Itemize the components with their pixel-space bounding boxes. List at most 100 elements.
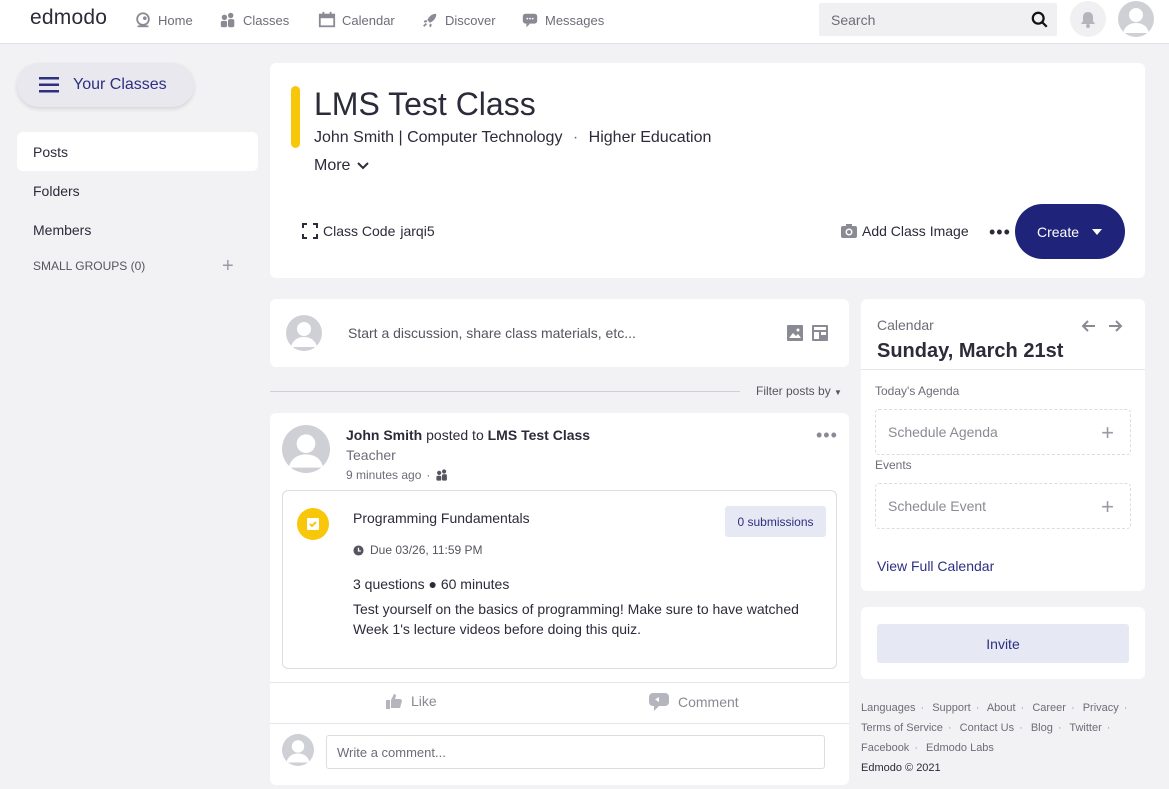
arrow-left-icon[interactable]	[1081, 318, 1097, 334]
footer-link-edmodo-labs[interactable]: Edmodo Labs	[926, 742, 994, 754]
quiz-icon	[297, 508, 329, 540]
messages-icon	[522, 13, 538, 28]
class-options-icon[interactable]: •••	[989, 222, 1011, 243]
sidebar-item-posts[interactable]: Posts	[17, 132, 258, 171]
class-title: LMS Test Class	[314, 86, 536, 122]
create-button[interactable]: Create	[1015, 204, 1125, 259]
post-author-role: Teacher	[346, 447, 396, 463]
compose-avatar	[286, 315, 322, 351]
calendar-divider	[861, 369, 1145, 370]
like-button[interactable]: Like	[385, 692, 437, 710]
arrow-right-icon[interactable]	[1107, 318, 1123, 334]
nav-home[interactable]: Home	[134, 11, 193, 29]
footer-link-twitter[interactable]: Twitter	[1069, 722, 1101, 734]
class-code[interactable]: Class Code jarqi5	[302, 223, 435, 239]
filter-posts-dropdown[interactable]: Filter posts by ▼	[756, 384, 842, 398]
nav-calendar[interactable]: Calendar	[318, 11, 395, 29]
thumbs-up-icon	[386, 694, 402, 709]
class-color-accent	[291, 86, 300, 148]
comment-input[interactable]	[326, 735, 825, 769]
post-author-avatar[interactable]	[282, 425, 330, 473]
user-avatar-icon	[286, 740, 310, 763]
footer-link-career[interactable]: Career	[1032, 702, 1066, 714]
calendar-label: Calendar	[877, 317, 934, 333]
post-options-icon[interactable]: •••	[816, 425, 838, 446]
post-divider	[270, 723, 849, 724]
create-label: Create	[1036, 223, 1080, 240]
user-avatar-icon	[1123, 8, 1149, 33]
schedule-agenda-button[interactable]: Schedule Agenda +	[875, 409, 1131, 455]
clock-icon	[353, 544, 364, 556]
class-teacher-subject: John Smith | Computer Technology	[314, 129, 563, 146]
search-icon[interactable]	[1031, 11, 1049, 29]
search-input[interactable]	[819, 3, 1019, 36]
edmodo-logo[interactable]: edmodo	[30, 6, 107, 30]
image-attach-icon[interactable]	[787, 325, 803, 341]
class-more-toggle[interactable]: More	[314, 157, 370, 175]
footer-link-contact[interactable]: Contact Us	[960, 722, 1014, 734]
compose-input[interactable]: Start a discussion, share class material…	[348, 325, 636, 341]
nav-classes[interactable]: Classes	[219, 11, 289, 29]
footer-link-languages[interactable]: Languages	[861, 702, 915, 714]
add-small-group-icon[interactable]: +	[222, 256, 234, 276]
sidebar-item-folders[interactable]: Folders	[17, 171, 258, 210]
add-class-image-button[interactable]: Add Class Image	[840, 223, 969, 239]
footer-link-support[interactable]: Support	[932, 702, 971, 714]
class-code-value: jarqi5	[400, 223, 435, 239]
notifications-button[interactable]	[1070, 1, 1106, 37]
bell-icon	[1081, 12, 1095, 28]
comment-label: Comment	[678, 694, 739, 710]
caret-down-icon: ▼	[834, 388, 842, 397]
user-avatar[interactable]	[1118, 1, 1154, 37]
footer-link-terms[interactable]: Terms of Service	[861, 722, 943, 734]
nav-messages[interactable]: Messages	[521, 11, 604, 29]
view-full-calendar-link[interactable]: View Full Calendar	[877, 558, 994, 574]
your-classes-label: Your Classes	[73, 76, 167, 93]
footer-link-facebook[interactable]: Facebook	[861, 742, 909, 754]
user-avatar-icon	[288, 434, 324, 468]
schedule-event-button[interactable]: Schedule Event +	[875, 483, 1131, 529]
quiz-due: Due 03/26, 11:59 PM	[353, 543, 483, 557]
quiz-title[interactable]: Programming Fundamentals	[353, 510, 530, 526]
material-attach-icon[interactable]	[812, 325, 828, 341]
footer-link-about[interactable]: About	[987, 702, 1016, 714]
nav-messages-label: Messages	[545, 12, 605, 28]
post-author-name[interactable]: John Smith	[346, 427, 422, 443]
submissions-button[interactable]: 0 submissions	[725, 506, 826, 537]
post-posted-to: posted to	[426, 427, 484, 443]
comment-button[interactable]: Comment	[648, 692, 739, 712]
class-code-label: Class Code	[323, 223, 396, 239]
footer-link-blog[interactable]: Blog	[1031, 722, 1053, 734]
post-class-link[interactable]: LMS Test Class	[488, 427, 590, 443]
chevron-down-icon	[357, 162, 370, 170]
camera-icon	[841, 224, 857, 238]
class-subtitle: John Smith | Computer Technology · Highe…	[314, 129, 712, 146]
hamburger-menu-icon	[39, 77, 59, 93]
quiz-meta: 3 questions ● 60 minutes	[353, 576, 510, 592]
schedule-agenda-label: Schedule Agenda	[888, 424, 998, 440]
todays-agenda-label: Today's Agenda	[875, 384, 960, 398]
comment-icon	[649, 693, 669, 711]
plus-icon: +	[1101, 420, 1114, 445]
post-meta: 9 minutes ago ·	[346, 468, 449, 482]
your-classes-button[interactable]: Your Classes	[17, 63, 194, 107]
nav-discover-label: Discover	[445, 12, 496, 28]
quiz-check-icon	[307, 518, 319, 530]
small-groups-heading: SMALL GROUPS (0)	[33, 259, 146, 273]
schedule-event-label: Schedule Event	[888, 498, 987, 514]
home-icon	[136, 12, 150, 28]
sidebar-item-members[interactable]: Members	[17, 210, 258, 249]
filter-divider	[270, 391, 740, 392]
invite-button[interactable]: Invite	[877, 624, 1129, 663]
post-header: John Smith posted to LMS Test Class	[346, 427, 590, 443]
footer-link-privacy[interactable]: Privacy	[1083, 702, 1119, 714]
footer: Languages · Support · About · Career · Priva…	[861, 698, 1151, 778]
filter-posts-label: Filter posts by	[756, 384, 831, 398]
classes-icon	[436, 469, 448, 481]
class-level: Higher Education	[588, 129, 712, 146]
quiz-due-text: Due 03/26, 11:59 PM	[370, 543, 483, 557]
search-box	[819, 3, 1057, 36]
calendar-date: Sunday, March 21st	[877, 340, 1064, 362]
class-more-label: More	[314, 157, 351, 174]
nav-discover[interactable]: Discover	[421, 11, 496, 29]
